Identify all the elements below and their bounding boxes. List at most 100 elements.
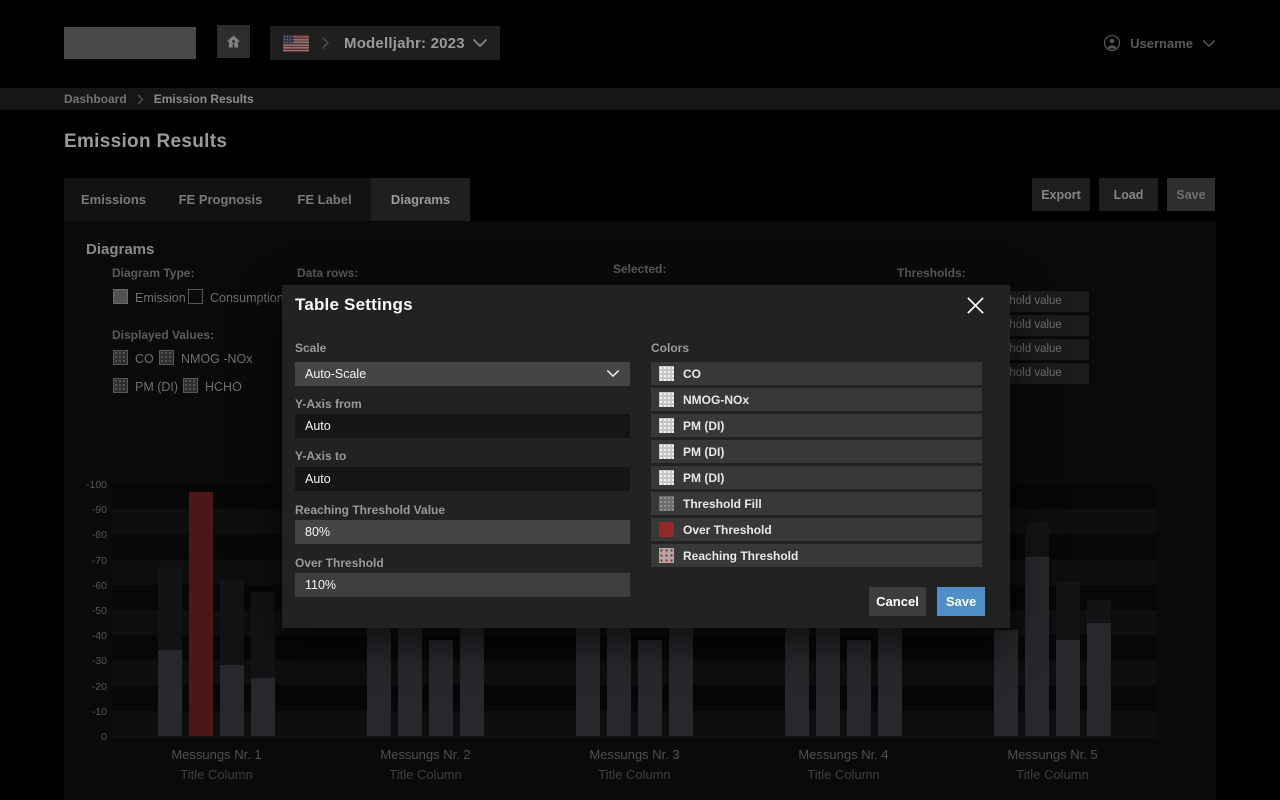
color-row-co[interactable]: CO	[651, 362, 982, 385]
chart-bar-over-threshold	[189, 492, 213, 736]
chart-group-label: Messungs Nr. 3	[535, 747, 735, 762]
checkbox-emission[interactable]	[113, 289, 128, 304]
chart-bar-threshold-fill	[158, 567, 182, 650]
chart-bar	[576, 625, 600, 736]
scale-select-value: Auto-Scale	[305, 367, 366, 381]
tab-emissions[interactable]: Emissions	[64, 178, 163, 221]
breadcrumb-emission-results[interactable]: Emission Results	[154, 92, 254, 106]
chart-bar	[251, 678, 275, 736]
y-tick-label: -100	[64, 479, 107, 491]
chart-bar	[638, 640, 662, 736]
chart-bar-threshold-fill	[251, 592, 275, 678]
chevron-down-icon	[606, 369, 620, 378]
chart-bar	[460, 625, 484, 736]
color-row-label: Over Threshold	[683, 523, 772, 537]
home-button[interactable]	[217, 25, 250, 58]
y-tick-label: -70	[64, 555, 107, 567]
chart-group-subtitle: Title Column	[117, 767, 317, 782]
chart-group-label: Messungs Nr. 4	[744, 747, 944, 762]
color-row-pm-di-2[interactable]: PM (DI)	[651, 440, 982, 463]
y-axis-from-label: Y-Axis from	[295, 397, 362, 411]
scale-select[interactable]: Auto-Scale	[295, 362, 630, 386]
color-swatch	[659, 548, 674, 563]
y-axis-to-input[interactable]: Auto	[295, 467, 630, 491]
y-tick-label: -50	[64, 605, 107, 617]
color-row-threshold-fill[interactable]: Threshold Fill	[651, 492, 982, 515]
save-button[interactable]: Save	[1167, 178, 1215, 211]
y-tick-label: -90	[64, 504, 107, 516]
y-axis-to-label: Y-Axis to	[295, 449, 346, 463]
checkbox-hcho-label: HCHO	[205, 380, 242, 394]
color-row-label: CO	[683, 367, 701, 381]
checkbox-hcho[interactable]	[183, 378, 198, 393]
checkbox-co[interactable]	[113, 350, 128, 365]
chart-bar	[1087, 623, 1111, 736]
load-button[interactable]: Load	[1099, 178, 1158, 211]
home-icon	[225, 33, 242, 50]
breadcrumb-dashboard[interactable]: Dashboard	[64, 92, 127, 106]
modal-close-button[interactable]	[963, 293, 987, 317]
chart-bar	[607, 625, 631, 736]
y-tick-label: 0	[64, 731, 107, 743]
color-row-over-threshold[interactable]: Over Threshold	[651, 518, 982, 541]
chart-bar	[158, 650, 182, 736]
checkbox-emission-label: Emission	[135, 291, 186, 305]
color-row-label: PM (DI)	[683, 445, 724, 459]
checkbox-consumptions[interactable]	[188, 289, 203, 304]
chart-bar	[669, 625, 693, 736]
user-menu[interactable]: Username	[1103, 32, 1216, 54]
modal-cancel-button[interactable]: Cancel	[869, 587, 926, 616]
chart-bar	[398, 625, 422, 736]
page-title: Emission Results	[64, 131, 227, 153]
color-row-pm-di-3[interactable]: PM (DI)	[651, 466, 982, 489]
color-row-label: PM (DI)	[683, 471, 724, 485]
over-threshold-label: Over Threshold	[295, 556, 384, 570]
tab-fe-label[interactable]: FE Label	[278, 178, 371, 221]
y-tick-label: -30	[64, 655, 107, 667]
chevron-right-icon	[137, 94, 144, 105]
reaching-threshold-label: Reaching Threshold Value	[295, 503, 445, 517]
y-tick-label: -10	[64, 706, 107, 718]
color-swatch	[659, 496, 674, 511]
color-row-pm-di-1[interactable]: PM (DI)	[651, 414, 982, 437]
model-year-label: Modelljahr: 2023	[344, 35, 465, 52]
checkbox-pm-di[interactable]	[113, 378, 128, 393]
color-swatch	[659, 470, 674, 485]
color-row-nmog-nox[interactable]: NMOG-NOx	[651, 388, 982, 411]
user-avatar-icon	[1103, 34, 1121, 52]
y-tick-label: -40	[64, 630, 107, 642]
reaching-threshold-input[interactable]: 80%	[295, 520, 630, 544]
color-row-label: NMOG-NOx	[683, 393, 749, 407]
chart-bar	[878, 625, 902, 736]
color-row-label: Threshold Fill	[683, 497, 762, 511]
y-axis-from-input[interactable]: Auto	[295, 414, 630, 438]
checkbox-nmog-nox[interactable]	[159, 350, 174, 365]
over-threshold-input[interactable]: 110%	[295, 573, 630, 597]
logo-placeholder[interactable]	[64, 27, 196, 59]
section-heading: Diagrams	[86, 241, 154, 258]
chart-group-label: Messungs Nr. 5	[953, 747, 1153, 762]
color-swatch	[659, 522, 674, 537]
thresholds-label: Thresholds:	[897, 266, 966, 280]
chart-bar-threshold-fill	[220, 580, 244, 666]
checkbox-pm-di-label: PM (DI)	[135, 380, 178, 394]
tab-diagrams[interactable]: Diagrams	[371, 178, 470, 221]
chart-bar-threshold-fill	[1025, 522, 1049, 557]
color-row-reaching-threshold[interactable]: Reaching Threshold	[651, 544, 982, 567]
breadcrumb: Dashboard Emission Results	[0, 88, 1280, 110]
checkbox-consumptions-label: Consumptions	[210, 291, 290, 305]
chart-bar	[220, 665, 244, 736]
chart-bar	[847, 640, 871, 736]
displayed-values-label: Displayed Values:	[112, 328, 214, 342]
modal-save-button[interactable]: Save	[937, 587, 985, 616]
chart-group-subtitle: Title Column	[326, 767, 526, 782]
export-button[interactable]: Export	[1032, 178, 1090, 211]
chart-bar-threshold-fill	[1056, 582, 1080, 640]
model-year-dropdown[interactable]: Modelljahr: 2023	[270, 26, 500, 60]
chart-bar-threshold-fill	[1087, 600, 1111, 623]
us-flag-icon	[283, 35, 309, 52]
chart-group-subtitle: Title Column	[744, 767, 944, 782]
chart-bar	[1056, 640, 1080, 736]
chart-bar	[429, 640, 453, 736]
tab-fe-prognosis[interactable]: FE Prognosis	[163, 178, 278, 221]
